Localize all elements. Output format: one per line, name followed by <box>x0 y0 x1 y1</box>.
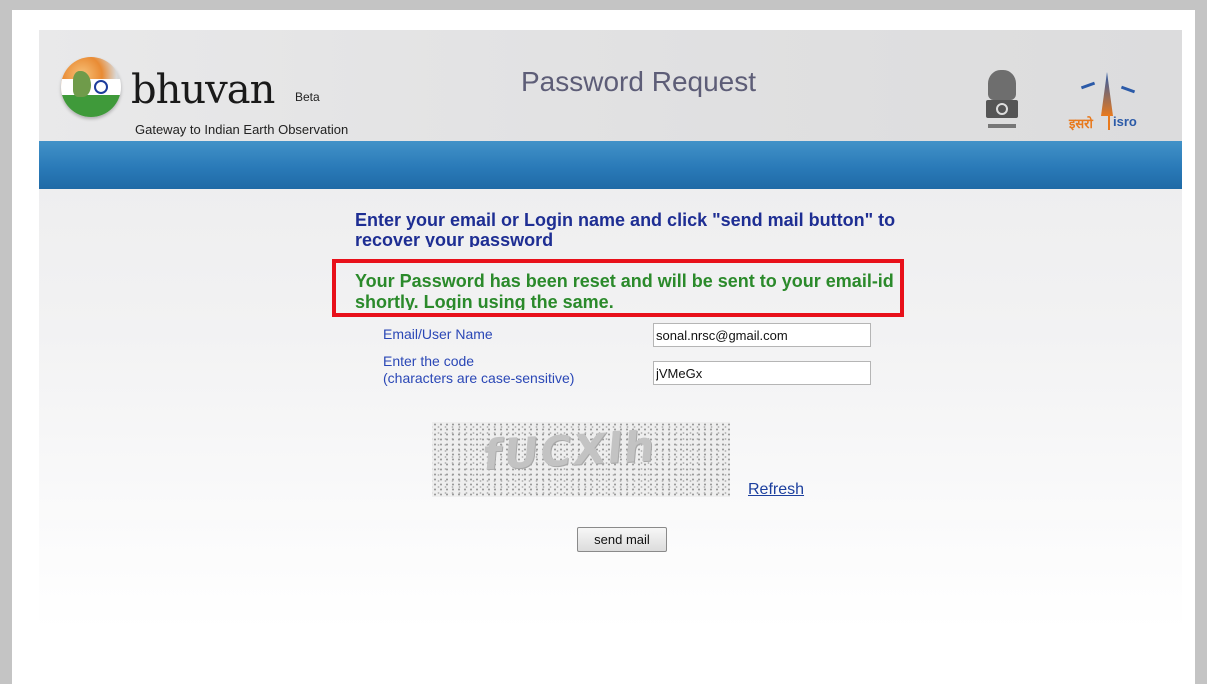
beta-badge: Beta <box>295 90 320 104</box>
isro-logo-hindi-text: इसरो <box>1069 116 1093 131</box>
email-field[interactable] <box>653 323 871 347</box>
send-mail-button[interactable]: send mail <box>577 527 667 552</box>
isro-logo-icon: इसरो isro <box>1059 68 1159 131</box>
refresh-captcha-link[interactable]: Refresh <box>748 481 804 499</box>
password-request-panel: bhuvan Beta Gateway to Indian Earth Obse… <box>39 30 1182 684</box>
code-label-line1: Enter the code <box>383 353 475 369</box>
page-title: Password Request <box>521 66 757 97</box>
captcha-text: fUCXlh <box>481 422 659 480</box>
header-bar <box>39 141 1182 189</box>
captcha-image: fUCXlh <box>432 422 730 497</box>
captcha-code-field[interactable] <box>653 361 871 385</box>
brand-tagline: Gateway to Indian Earth Observation <box>135 122 349 137</box>
instruction-text: Enter your email or Login name and click… <box>355 210 896 247</box>
bhuvan-globe-logo-icon <box>61 57 121 117</box>
success-highlight-box <box>332 259 904 317</box>
page: bhuvan Beta Gateway to Indian Earth Obse… <box>12 10 1195 684</box>
national-emblem-icon <box>984 70 1020 136</box>
code-label-line2: (characters are case-sensitive) <box>383 370 575 386</box>
code-label: Enter the code (characters are case-sens… <box>383 353 574 387</box>
brand-name: bhuvan <box>131 67 275 113</box>
header: bhuvan Beta Gateway to Indian Earth Obse… <box>39 30 1182 141</box>
isro-logo-latin-text: isro <box>1113 114 1137 129</box>
email-label: Email/User Name <box>383 326 493 342</box>
